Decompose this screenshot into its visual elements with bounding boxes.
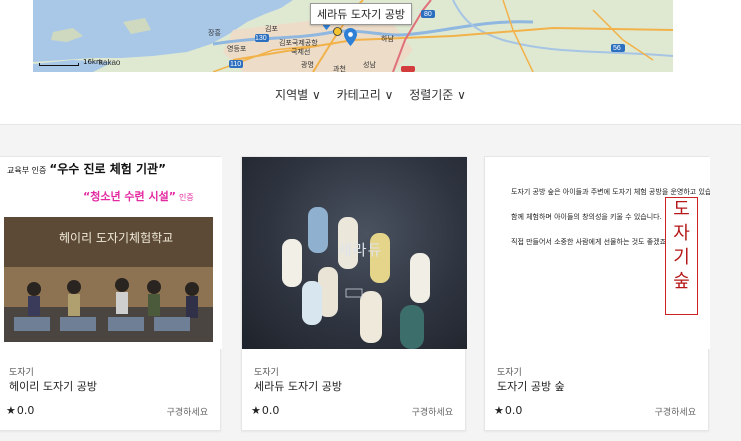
card-image[interactable]: 교육부 인증 “우수 진로 체험 기관” “청소년 수련 시설” 인증 헤이리 … bbox=[0, 157, 222, 349]
card-image[interactable]: 도자기 공방 숲은 아이들과 주변에 도자기 체험 공방을 운영하고 있습니다 … bbox=[485, 157, 710, 349]
card-category: 도자기 bbox=[497, 368, 522, 378]
workshop-card[interactable]: 교육부 인증 “우수 진로 체험 기관” “청소년 수련 시설” 인증 헤이리 … bbox=[0, 156, 222, 431]
map-brand-logo: kakao bbox=[99, 58, 121, 67]
workshop-photo: 헤이리 도자기체험학교 bbox=[4, 217, 213, 342]
star-icon: ★ bbox=[494, 404, 504, 417]
road-label: 56 bbox=[613, 45, 621, 52]
intro-text-line: 직접 만들어서 소중한 사람에게 선물하는 것도 좋겠죠? bbox=[511, 238, 670, 246]
intro-text-line: 함께 체험하며 아이들의 창의성을 키울 수 있습니다. bbox=[511, 213, 662, 221]
map-road bbox=[502, 0, 534, 72]
card-title[interactable]: 헤이리 도자기 공방 bbox=[9, 378, 97, 394]
youth-certification-suffix: 인증 bbox=[178, 193, 194, 202]
map-place-label: 영등포 bbox=[227, 46, 247, 53]
rating-value: 0.0 bbox=[504, 404, 523, 417]
map-place-label: 과천 bbox=[333, 66, 346, 72]
map-pin-icon[interactable] bbox=[344, 28, 357, 46]
map-scale-bar bbox=[39, 63, 79, 66]
browse-link[interactable]: 구경하세요 bbox=[655, 405, 696, 418]
card-rating: ★0.0 bbox=[251, 404, 279, 417]
road-shield bbox=[401, 66, 415, 72]
workshop-logo: 도자기 숲 bbox=[665, 197, 698, 315]
browse-link[interactable]: 구경하세요 bbox=[412, 405, 453, 418]
rating-value: 0.0 bbox=[16, 404, 35, 417]
map[interactable]: 130 80 110 56 김포 김포국제공항 국제선 영등포 하남 성남 과천… bbox=[33, 0, 673, 72]
card-rating: ★0.0 bbox=[494, 404, 522, 417]
workshop-card[interactable]: 세라듀 도자기 세라듀 도자기 공방 ★0.0 구경하세요 bbox=[241, 156, 467, 431]
map-location-dot-icon bbox=[333, 27, 342, 36]
card-image[interactable]: 세라듀 bbox=[242, 157, 467, 349]
card-category: 도자기 bbox=[9, 368, 34, 378]
map-place-label: 장흥 bbox=[208, 30, 221, 37]
filter-region-dropdown[interactable]: 지역별 ∨ bbox=[275, 86, 321, 103]
workshop-card[interactable]: 도자기 공방 숲은 아이들과 주변에 도자기 체험 공방을 운영하고 있습니다 … bbox=[484, 156, 710, 431]
card-title[interactable]: 세라듀 도자기 공방 bbox=[254, 378, 342, 394]
road-label: 80 bbox=[424, 11, 432, 18]
map-place-label: 광명 bbox=[301, 62, 314, 69]
filter-bar: 지역별 ∨ 카테고리 ∨ 정렬기준 ∨ bbox=[0, 86, 741, 103]
intro-text-line: 도자기 공방 숲은 아이들과 주변에 도자기 체험 공방을 운영하고 있습니다 bbox=[511, 188, 710, 196]
star-icon: ★ bbox=[6, 404, 16, 417]
map-place-label: 하남 bbox=[381, 36, 394, 43]
logo-text: 도자기 숲 bbox=[673, 199, 690, 292]
certification-title: “우수 진로 체험 기관” bbox=[49, 162, 166, 176]
youth-certification-title: “청소년 수련 시설” bbox=[83, 190, 176, 203]
filter-sort-dropdown[interactable]: 정렬기준 ∨ bbox=[409, 86, 466, 103]
map-place-label: 김포 bbox=[265, 26, 278, 33]
map-tooltip: 세라듀 도자기 공방 bbox=[310, 3, 412, 25]
road-label: 130 bbox=[255, 35, 267, 42]
brand-text: 세라듀 bbox=[338, 241, 383, 259]
listing-area: 교육부 인증 “우수 진로 체험 기관” “청소년 수련 시설” 인증 헤이리 … bbox=[0, 124, 741, 441]
certification-prefix: 교육부 인증 bbox=[7, 166, 47, 175]
youth-certification-text: “청소년 수련 시설” 인증 bbox=[83, 188, 194, 204]
photo-caption: 헤이리 도자기체험학교 bbox=[59, 231, 174, 245]
browse-link[interactable]: 구경하세요 bbox=[167, 405, 208, 418]
map-place-label: 국제선 bbox=[291, 49, 311, 56]
card-category: 도자기 bbox=[254, 368, 279, 378]
filter-category-dropdown[interactable]: 카테고리 ∨ bbox=[337, 86, 394, 103]
star-icon: ★ bbox=[251, 404, 261, 417]
rating-value: 0.0 bbox=[261, 404, 280, 417]
card-title[interactable]: 도자기 공방 숲 bbox=[497, 378, 565, 394]
certification-text: 교육부 인증 “우수 진로 체험 기관” bbox=[7, 160, 166, 177]
map-place-label: 성남 bbox=[363, 62, 376, 69]
road-label: 110 bbox=[230, 61, 242, 68]
card-rating: ★0.0 bbox=[6, 404, 34, 417]
